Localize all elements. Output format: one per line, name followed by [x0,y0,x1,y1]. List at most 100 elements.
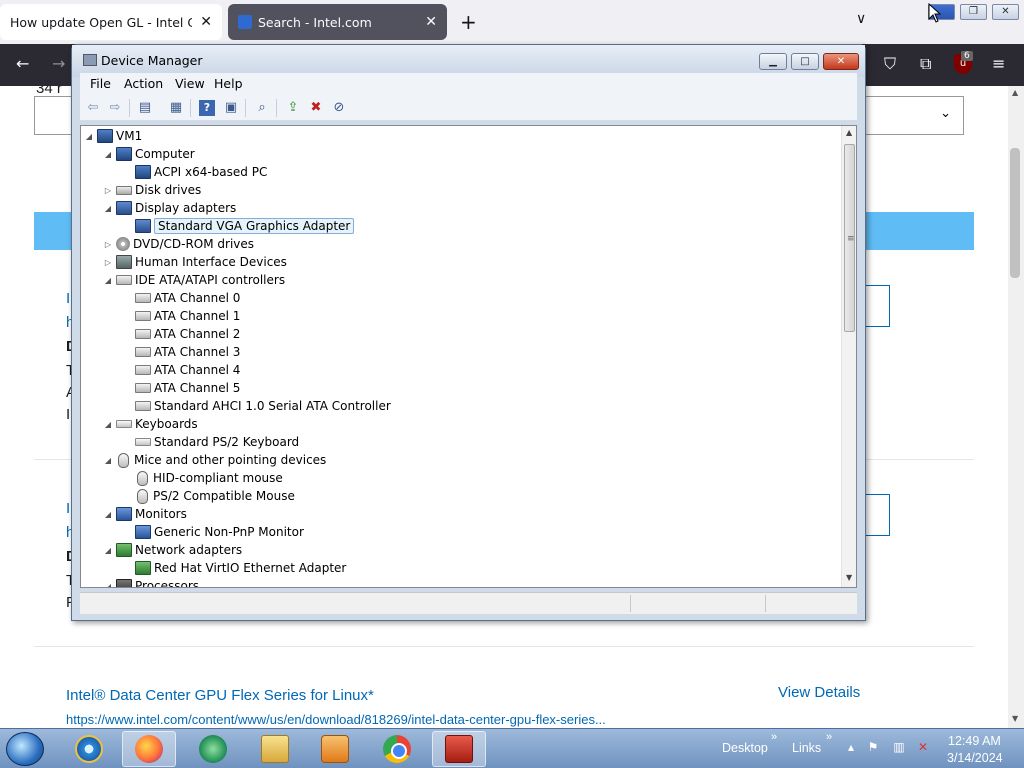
links-toolbar[interactable]: Links [792,741,821,755]
toolbar-chevron-icon[interactable]: » [826,731,832,743]
tree-category-network-adapters[interactable]: ◢ Network adapters [102,541,242,559]
collapse-arrow-icon[interactable]: ◢ [102,204,114,213]
update-driver-icon[interactable]: ⇪ [285,100,301,116]
expand-arrow-icon[interactable]: ▷ [102,258,114,267]
tree-device[interactable]: HID-compliant mouse [121,469,283,487]
start-button[interactable] [6,732,44,766]
taskbar-item-feedback[interactable] [186,731,240,767]
scroll-up-icon[interactable]: ▲ [1012,88,1018,97]
close-tab-icon[interactable]: ✕ [200,14,212,30]
tree-device[interactable]: ATA Channel 0 [121,289,240,307]
browser-close-button[interactable]: ✕ [992,4,1019,20]
tree-device-selected[interactable]: Standard VGA Graphics Adapter [121,217,355,235]
pocket-icon[interactable]: ⛉ [884,54,896,74]
disable-icon[interactable]: ⊘ [331,100,347,116]
result-text-fragment: I [66,406,71,423]
tree-device[interactable]: Standard PS/2 Keyboard [121,433,299,451]
clock-time[interactable]: 12:49 AM [948,734,1001,748]
tree-device[interactable]: ATA Channel 2 [121,325,240,343]
tree-category-mice[interactable]: ◢ Mice and other pointing devices [102,451,326,469]
tree-category-processors[interactable]: ◢ Processors [102,577,199,588]
taskbar-item-chrome[interactable] [370,731,424,767]
tree-category-computer[interactable]: ◢ Computer [102,145,195,163]
device-tree[interactable]: ◢ VM1 ◢ Computer ACPI x64-based PC ▷ Dis… [80,125,857,588]
tree-device[interactable]: Standard AHCI 1.0 Serial ATA Controller [121,397,391,415]
toolbar-chevron-icon[interactable]: » [771,731,777,743]
menu-file[interactable]: File [90,76,111,91]
collapse-arrow-icon[interactable]: ◢ [102,276,114,285]
close-button[interactable]: ✕ [823,53,859,70]
tree-category-ide-controllers[interactable]: ◢ IDE ATA/ATAPI controllers [102,271,285,289]
scan-hardware-icon[interactable]: ⌕ [254,100,270,116]
result-title-fragment[interactable]: I [66,500,70,517]
expand-arrow-icon[interactable]: ▷ [102,186,114,195]
browser-tab-intel-community[interactable]: How update Open GL - Intel Comm ✕ [0,4,222,40]
result-title-link[interactable]: Intel® Data Center GPU Flex Series for L… [66,687,374,704]
properties-icon[interactable]: ▦ [168,100,184,116]
collapse-arrow-icon[interactable]: ◢ [102,420,114,429]
collapse-arrow-icon[interactable]: ◢ [102,456,114,465]
view-details-link[interactable]: View Details [778,684,860,701]
tree-node-label: Red Hat VirtIO Ethernet Adapter [154,561,347,575]
tree-scrollbar[interactable]: ▲ ≡ ▼ [841,126,856,587]
close-tab-icon[interactable]: ✕ [425,14,437,30]
collapse-arrow-icon[interactable]: ◢ [102,546,114,555]
help-icon[interactable]: ? [199,100,215,116]
taskbar-item-device-manager[interactable] [432,731,486,767]
tree-device[interactable]: ATA Channel 5 [121,379,240,397]
tree-category-hid[interactable]: ▷ Human Interface Devices [102,253,287,271]
show-hidden-icons-icon[interactable]: ▴ [844,740,858,754]
taskbar-item-explorer[interactable] [248,731,302,767]
forward-button[interactable]: → [52,54,65,73]
collapse-arrow-icon[interactable]: ◢ [102,150,114,159]
tree-category-keyboards[interactable]: ◢ Keyboards [102,415,198,433]
uninstall-icon[interactable]: ✖ [308,100,324,116]
scroll-down-icon[interactable]: ▼ [846,573,852,582]
result-title-fragment[interactable]: I [66,290,70,307]
collapse-arrow-icon[interactable]: ◢ [102,582,114,588]
taskbar-item-firefox[interactable] [122,731,176,767]
tree-device[interactable]: ATA Channel 1 [121,307,240,325]
forward-icon[interactable]: ⇨ [107,100,123,116]
tree-device[interactable]: Generic Non-PnP Monitor [121,523,304,541]
tree-category-dvd-drives[interactable]: ▷ DVD/CD-ROM drives [102,235,254,253]
back-button[interactable]: ← [16,54,29,73]
desktop-toolbar[interactable]: Desktop [722,741,768,755]
browser-tab-intel-search[interactable]: Search - Intel.com ✕ [228,4,447,40]
list-all-tabs-button[interactable]: ∨ [856,11,866,27]
taskbar-item-ie[interactable] [62,731,116,767]
action-pane-icon[interactable]: ▣ [223,100,239,116]
tree-device[interactable]: ATA Channel 4 [121,361,240,379]
volume-muted-icon[interactable]: ✕ [916,740,930,754]
new-tab-button[interactable]: + [460,10,477,34]
tree-category-disk-drives[interactable]: ▷ Disk drives [102,181,201,199]
tree-category-display-adapters[interactable]: ◢ Display adapters [102,199,236,217]
taskbar-item-media-player[interactable] [308,731,362,767]
menu-view[interactable]: View [175,76,205,91]
scroll-up-icon[interactable]: ▲ [846,128,852,137]
back-icon[interactable]: ⇦ [85,100,101,116]
collapse-arrow-icon[interactable]: ◢ [83,132,95,141]
tree-device[interactable]: ACPI x64-based PC [121,163,267,181]
tree-device[interactable]: Red Hat VirtIO Ethernet Adapter [121,559,346,577]
clock-date[interactable]: 3/14/2024 [947,751,1003,765]
scroll-down-icon[interactable]: ▼ [1012,714,1018,723]
app-menu-button[interactable]: ≡ [992,54,1005,73]
page-scrollbar-thumb[interactable] [1010,148,1020,278]
collapse-arrow-icon[interactable]: ◢ [102,510,114,519]
maximize-button[interactable]: □ [791,53,819,70]
menu-action[interactable]: Action [124,76,163,91]
tree-category-monitors[interactable]: ◢ Monitors [102,505,187,523]
extensions-icon[interactable]: ⧉ [920,54,931,74]
tree-root[interactable]: ◢ VM1 [83,127,142,145]
network-icon[interactable]: ▥ [892,740,906,754]
expand-arrow-icon[interactable]: ▷ [102,240,114,249]
tree-device[interactable]: ATA Channel 3 [121,343,240,361]
menu-help[interactable]: Help [214,76,243,91]
minimize-button[interactable]: ▁ [759,53,787,70]
tree-device[interactable]: PS/2 Compatible Mouse [121,487,295,505]
result-url-link[interactable]: https://www.intel.com/content/www/us/en/… [66,712,606,727]
browser-restore-button[interactable]: ❐ [960,4,987,20]
action-center-flag-icon[interactable]: ⚑ [866,740,880,754]
show-hide-console-tree-icon[interactable]: ▤ [137,100,153,116]
